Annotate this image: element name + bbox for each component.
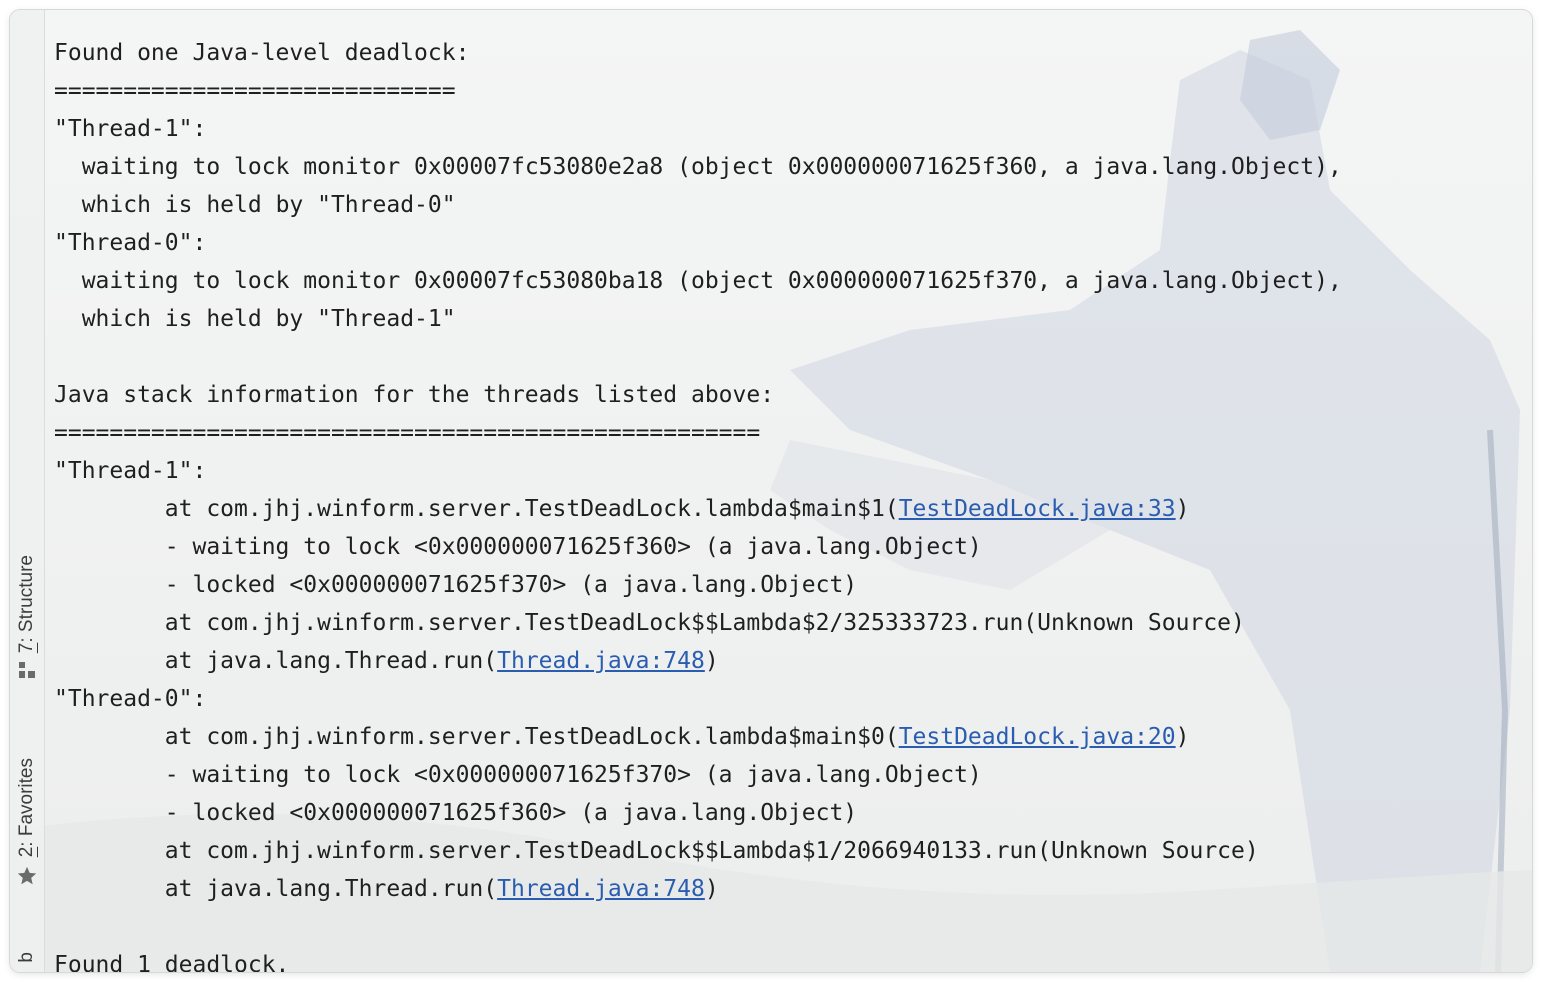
- line-text: which is held by "Thread-1": [81, 306, 456, 332]
- console-line: Found one Java-level deadlock:: [54, 34, 1532, 72]
- console-line: which is held by "Thread-1": [54, 300, 1532, 338]
- console-line: =============================: [54, 72, 1532, 110]
- structure-tab-number: 7: [16, 642, 37, 654]
- ide-window: 7: Structure 2: Favorites b Found one Ja…: [10, 10, 1532, 972]
- favorites-tool-tab[interactable]: 2: Favorites: [10, 758, 44, 887]
- console-line: - waiting to lock <0x000000071625f370> (…: [54, 756, 1532, 794]
- favorites-tab-label: : Favorites: [16, 758, 37, 847]
- console-line: ========================================…: [54, 414, 1532, 452]
- line-text: Found one Java-level deadlock:: [54, 40, 470, 66]
- line-text: at com.jhj.winform.server.TestDeadLock.l…: [164, 496, 899, 522]
- structure-tool-tab[interactable]: 7: Structure: [10, 555, 44, 679]
- console-output[interactable]: Found one Java-level deadlock: ==========…: [54, 34, 1532, 972]
- console-line: "Thread-0":: [54, 680, 1532, 718]
- console-line: at com.jhj.winform.server.TestDeadLock$$…: [54, 604, 1532, 642]
- console-line: at com.jhj.winform.server.TestDeadLock.l…: [54, 718, 1532, 756]
- console-line: - waiting to lock <0x000000071625f360> (…: [54, 528, 1532, 566]
- line-text: at java.lang.Thread.run(: [164, 876, 498, 902]
- line-text: - locked <0x000000071625f360> (a java.la…: [164, 800, 858, 826]
- source-link[interactable]: TestDeadLock.java:20: [899, 724, 1176, 750]
- source-link[interactable]: Thread.java:748: [497, 648, 705, 674]
- structure-icon: [19, 662, 35, 679]
- line-text-after: ): [1175, 496, 1190, 522]
- console-line: "Thread-1":: [54, 452, 1532, 490]
- line-text: Found 1 deadlock.: [54, 952, 290, 972]
- console-line: waiting to lock monitor 0x00007fc53080ba…: [54, 262, 1532, 300]
- line-text: - waiting to lock <0x000000071625f360> (…: [164, 534, 982, 560]
- line-text: at com.jhj.winform.server.TestDeadLock$$…: [164, 610, 1245, 636]
- line-text-after: ): [704, 876, 719, 902]
- console-line: - locked <0x000000071625f370> (a java.la…: [54, 566, 1532, 604]
- line-text: =============================: [54, 78, 456, 104]
- line-text: - waiting to lock <0x000000071625f370> (…: [164, 762, 982, 788]
- source-link[interactable]: TestDeadLock.java:33: [899, 496, 1176, 522]
- line-text: Java stack information for the threads l…: [54, 382, 775, 408]
- line-text: waiting to lock monitor 0x00007fc53080e2…: [81, 154, 1342, 180]
- console-line: Found 1 deadlock.: [54, 946, 1532, 972]
- structure-tab-label: : Structure: [16, 555, 37, 643]
- left-tool-sidebar: 7: Structure 2: Favorites b: [10, 10, 45, 972]
- console-line: - locked <0x000000071625f360> (a java.la…: [54, 794, 1532, 832]
- line-text: "Thread-1":: [54, 458, 207, 484]
- star-icon: [17, 867, 37, 885]
- line-text-after: ): [704, 648, 719, 674]
- line-text: "Thread-0":: [54, 686, 207, 712]
- line-text: "Thread-0":: [54, 230, 207, 256]
- console-line: Java stack information for the threads l…: [54, 376, 1532, 414]
- console-line: "Thread-1":: [54, 110, 1532, 148]
- console-line: at com.jhj.winform.server.TestDeadLock.l…: [54, 490, 1532, 528]
- bottom-tab-label: b: [16, 952, 37, 963]
- console-line: at com.jhj.winform.server.TestDeadLock$$…: [54, 832, 1532, 870]
- console-line: which is held by "Thread-0": [54, 186, 1532, 224]
- line-text: waiting to lock monitor 0x00007fc53080ba…: [81, 268, 1342, 294]
- console-line: "Thread-0":: [54, 224, 1532, 262]
- bottom-tool-tab[interactable]: b: [10, 952, 44, 963]
- line-text: which is held by "Thread-0": [81, 192, 456, 218]
- favorites-tab-number: 2: [16, 846, 37, 858]
- console-line: at java.lang.Thread.run(Thread.java:748): [54, 870, 1532, 908]
- source-link[interactable]: Thread.java:748: [497, 876, 705, 902]
- line-text: at java.lang.Thread.run(: [164, 648, 498, 674]
- console-line: at java.lang.Thread.run(Thread.java:748): [54, 642, 1532, 680]
- console-line: waiting to lock monitor 0x00007fc53080e2…: [54, 148, 1532, 186]
- line-text: "Thread-1":: [54, 116, 207, 142]
- line-text: at com.jhj.winform.server.TestDeadLock$$…: [164, 838, 1259, 864]
- line-text: at com.jhj.winform.server.TestDeadLock.l…: [164, 724, 899, 750]
- line-text: ========================================…: [54, 420, 761, 446]
- line-text-after: ): [1175, 724, 1190, 750]
- line-text: - locked <0x000000071625f370> (a java.la…: [164, 572, 858, 598]
